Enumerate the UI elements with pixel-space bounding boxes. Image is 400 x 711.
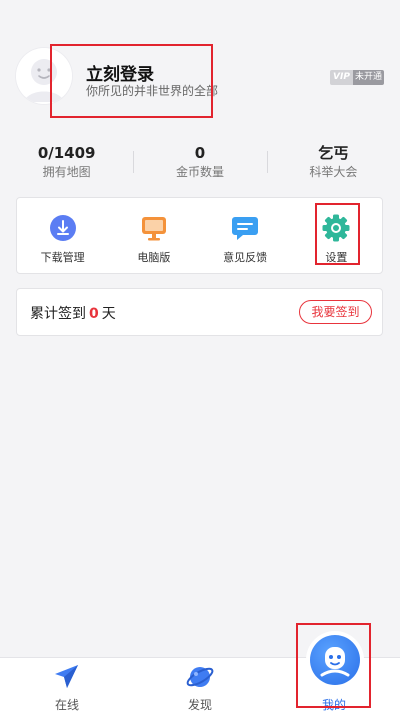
tool-download-label: 下载管理 — [40, 251, 85, 264]
vip-state: 未开通 — [352, 70, 384, 85]
signin-button[interactable]: 我要签到 — [299, 300, 372, 324]
tool-feedback[interactable]: 意见反馈 — [200, 198, 291, 273]
avatar[interactable] — [16, 48, 72, 104]
stat-maps-label: 拥有地图 — [42, 165, 91, 179]
download-icon — [49, 215, 76, 241]
gear-icon — [322, 214, 350, 242]
stat-maps-value: 0/1409 — [37, 144, 96, 162]
signin-prefix: 累计签到 — [30, 306, 86, 322]
plane-icon — [55, 665, 78, 688]
tab-online[interactable]: 在线 — [27, 658, 107, 711]
profile-subtitle: 你所见的并非世界的全部 — [86, 84, 219, 98]
default-avatar-icon — [16, 48, 72, 104]
tool-desktop-label: 电脑版 — [137, 251, 171, 264]
tab-mine-label: 我的 — [321, 698, 346, 711]
monitor-icon — [141, 217, 166, 241]
tool-desktop-version[interactable]: 电脑版 — [108, 198, 199, 273]
signin-summary: 累计签到 0 天 — [30, 303, 116, 323]
vip-tag: VIP — [330, 70, 353, 85]
tool-feedback-label: 意见反馈 — [223, 251, 268, 264]
signin-days: 0 — [89, 306, 99, 322]
vip-badge[interactable]: VIP 未开通 — [330, 70, 384, 85]
tab-discover[interactable]: 发现 — [160, 658, 240, 711]
tool-settings[interactable]: 设置 — [291, 198, 382, 273]
profile-header: 立刻登录 你所见的并非世界的全部 VIP 未开通 — [0, 0, 400, 135]
stat-rank-label: 科举大会 — [309, 165, 358, 179]
tool-settings-label: 设置 — [325, 251, 348, 264]
tab-online-label: 在线 — [54, 698, 79, 711]
tools-card: 下载管理 电脑版 意见反馈 设置 — [16, 197, 383, 274]
signin-suffix: 天 — [101, 306, 116, 322]
planet-icon — [186, 667, 214, 687]
signin-card: 累计签到 0 天 我要签到 — [16, 288, 383, 336]
stat-rank-value: 乞丐 — [318, 144, 349, 162]
stat-coins[interactable]: 0 金币数量 — [133, 143, 266, 183]
tool-download-manager[interactable]: 下载管理 — [17, 198, 108, 273]
stats-row: 0/1409 拥有地图 0 金币数量 乞丐 科举大会 — [0, 143, 400, 183]
stat-coins-value: 0 — [194, 144, 206, 162]
stat-coins-label: 金币数量 — [175, 165, 224, 179]
feedback-icon — [232, 217, 259, 240]
face-icon — [320, 647, 350, 677]
stat-rank[interactable]: 乞丐 科举大会 — [266, 143, 400, 183]
tab-discover-label: 发现 — [187, 698, 212, 711]
stat-maps[interactable]: 0/1409 拥有地图 — [0, 143, 133, 183]
tab-mine-icon-bubble[interactable] — [310, 635, 360, 685]
